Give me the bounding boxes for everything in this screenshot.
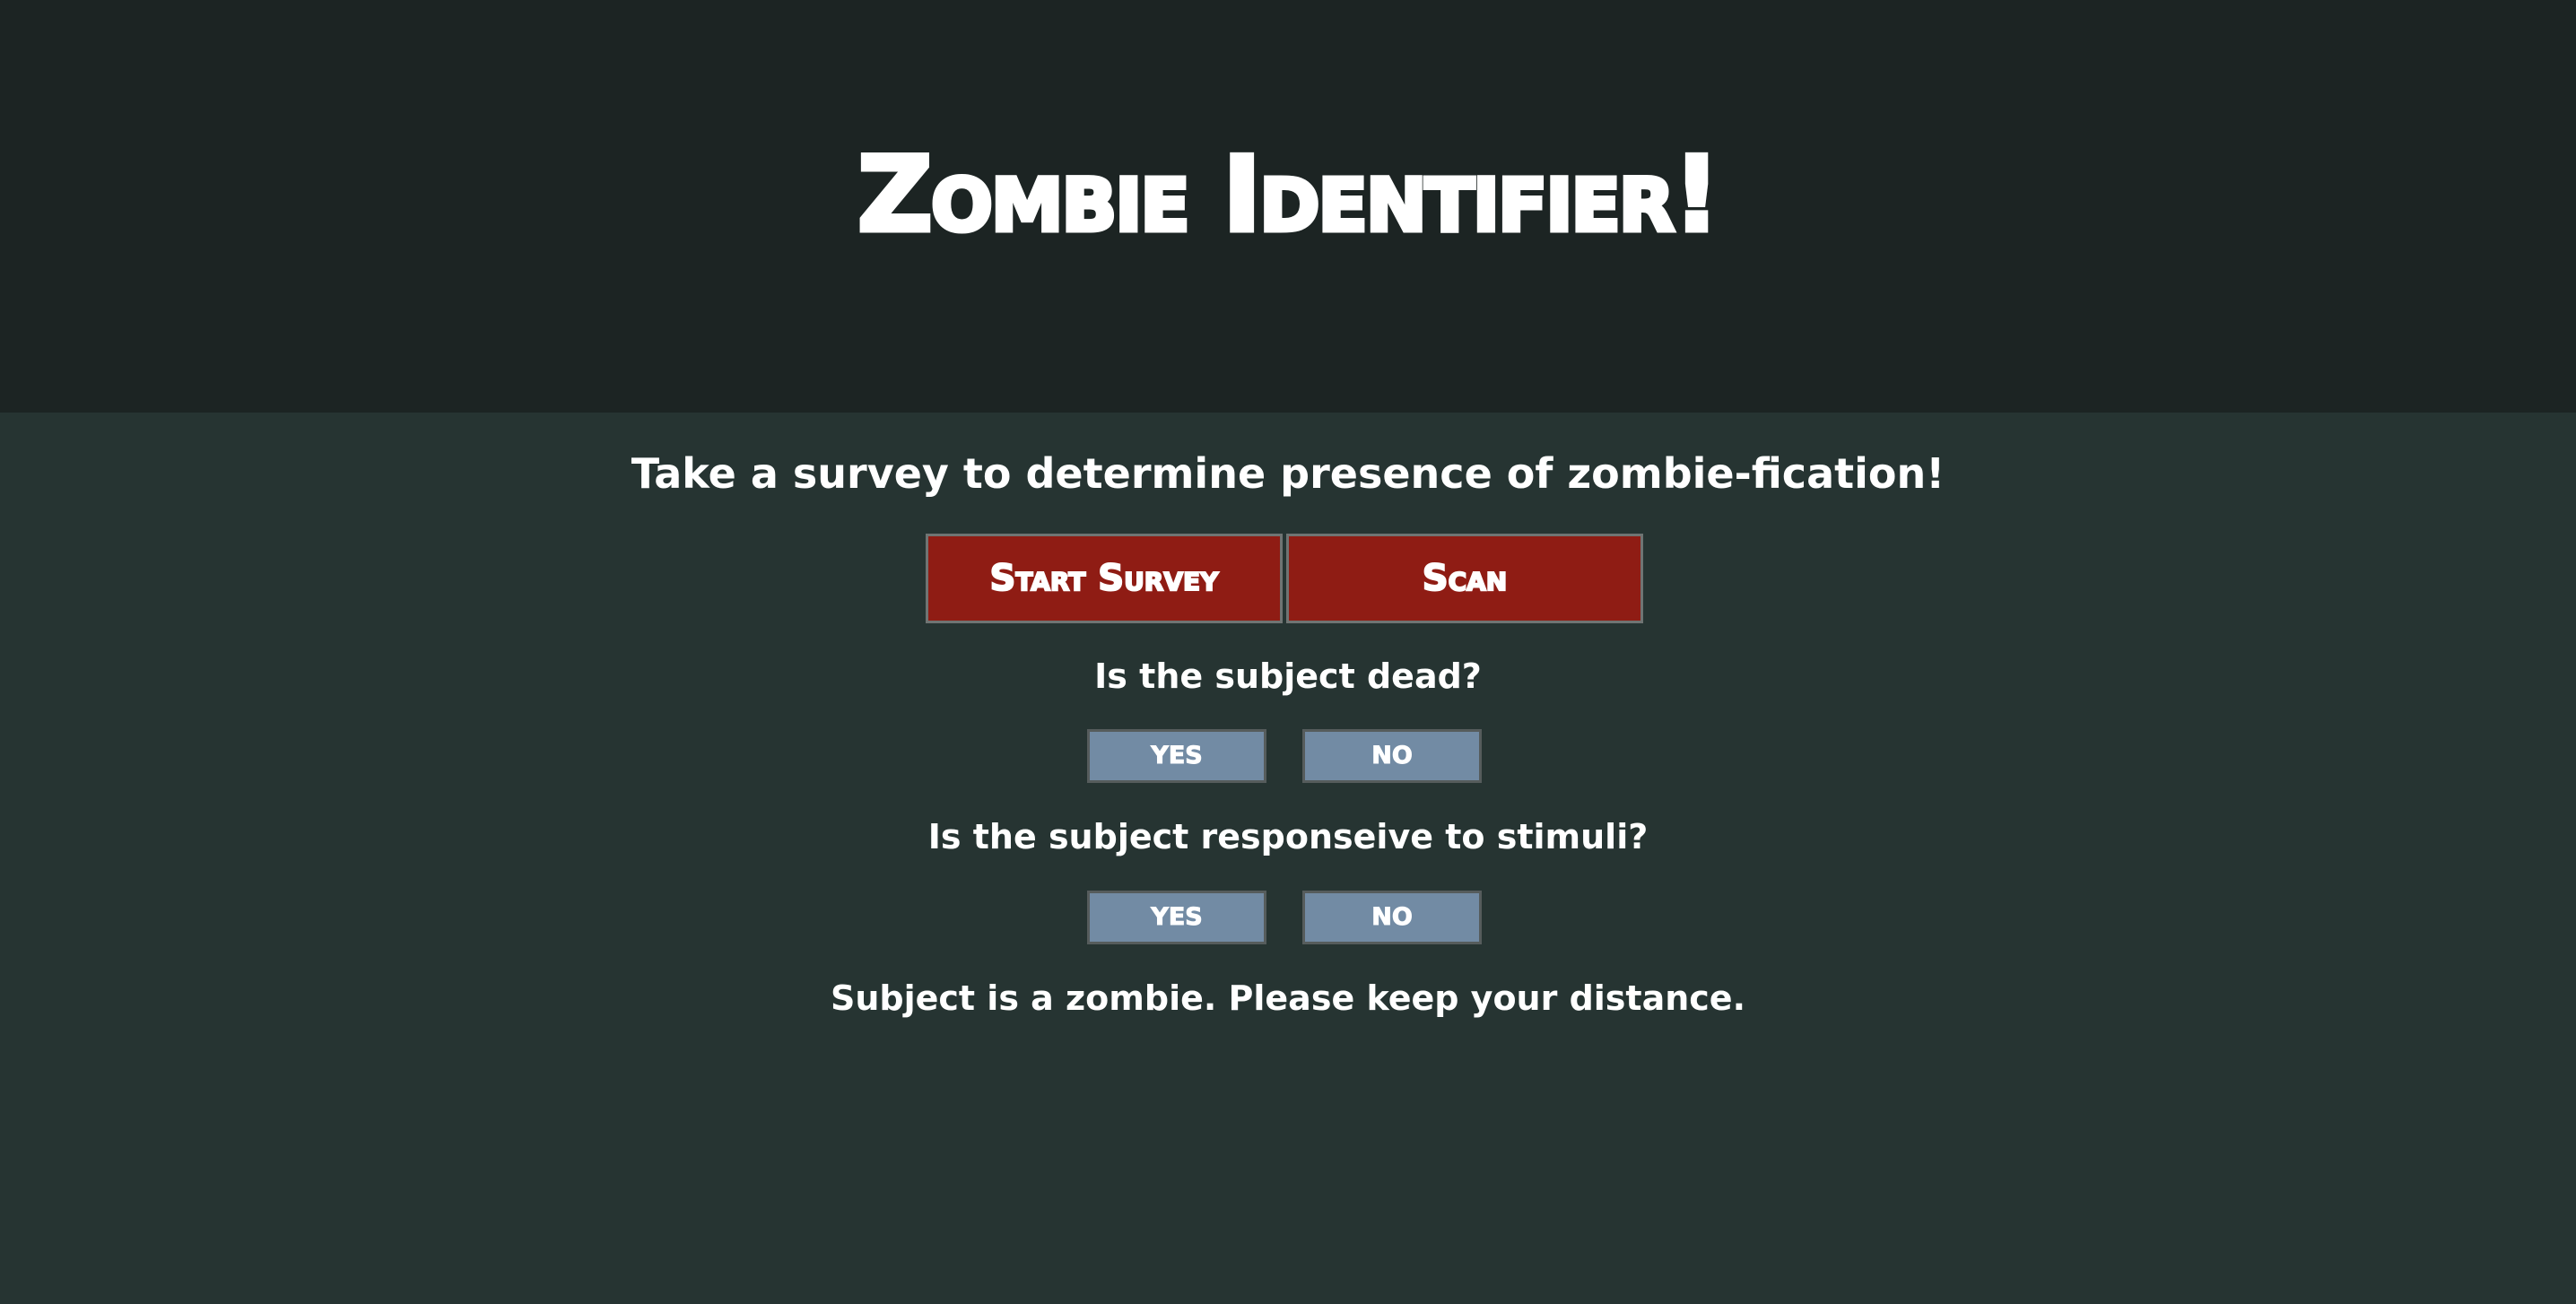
survey-result: Subject is a zombie. Please keep your di… [830, 978, 1746, 1018]
page-title: Zombie Identifier! [855, 135, 1722, 256]
dead-no-button[interactable]: NO [1302, 729, 1482, 783]
stimuli-answer-buttons: YES NO [1087, 891, 1482, 944]
scan-button[interactable]: Scan [1286, 534, 1643, 623]
start-survey-button[interactable]: Start Survey [926, 534, 1283, 623]
zombie-identifier-page: Zombie Identifier! Take a survey to dete… [0, 0, 2576, 1304]
stimuli-yes-button[interactable]: YES [1087, 891, 1266, 944]
dead-answer-buttons: YES NO [1087, 729, 1482, 783]
page-header: Zombie Identifier! [0, 0, 2576, 413]
question-stimuli: Is the subject responseive to stimuli? [927, 817, 1649, 856]
dead-yes-button[interactable]: YES [1087, 729, 1266, 783]
survey-content: Take a survey to determine presence of z… [0, 413, 2576, 1304]
question-dead: Is the subject dead? [1094, 656, 1482, 696]
stimuli-no-button[interactable]: NO [1302, 891, 1482, 944]
survey-intro: Take a survey to determine presence of z… [631, 449, 1945, 498]
main-actions: Start Survey Scan [926, 534, 1643, 623]
